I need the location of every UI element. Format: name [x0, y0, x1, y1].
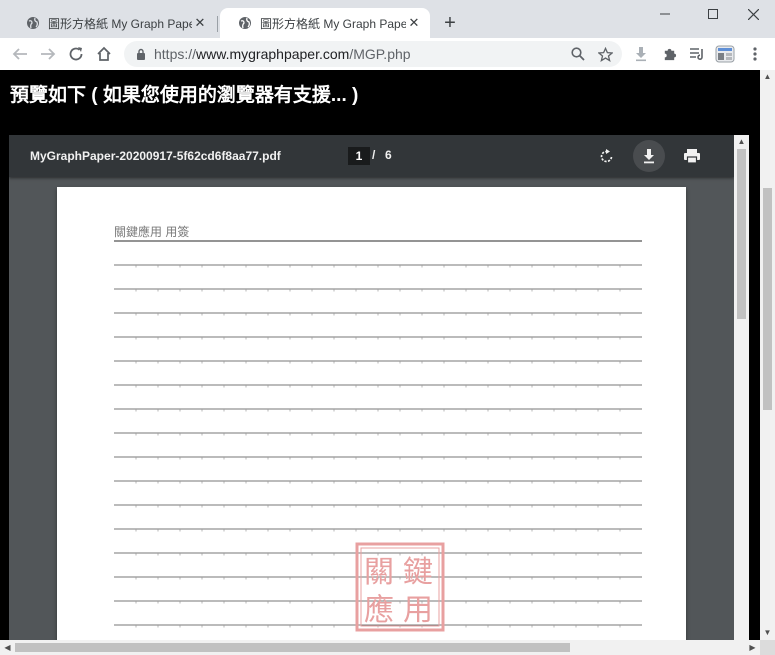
- tab-label: 圖形方格紙 My Graph Paper - P: [260, 16, 406, 31]
- rotate-icon: [600, 149, 613, 163]
- rotate-button[interactable]: [591, 140, 623, 172]
- pdf-file-name: MyGraphPaper-20200917-5f62cd6f8aa77.pdf: [30, 149, 281, 163]
- globe-icon: [239, 17, 251, 29]
- scrollbar-thumb[interactable]: [737, 149, 746, 319]
- maximize-button[interactable]: [691, 0, 735, 28]
- scroll-right-arrow-icon[interactable]: ▶: [745, 640, 760, 655]
- svg-text:用: 用: [403, 593, 433, 628]
- scrollbar-corner: [760, 640, 775, 655]
- close-icon: [747, 8, 759, 20]
- zoom-icon[interactable]: [569, 45, 587, 63]
- url-text: https://www.mygraphpaper.com/MGP.php: [154, 46, 411, 62]
- lock-icon: [137, 48, 145, 60]
- scroll-up-arrow-icon[interactable]: ▲: [734, 135, 749, 149]
- window-close-button[interactable]: [731, 0, 775, 28]
- forward-button[interactable]: [34, 40, 62, 68]
- pdf-viewer: MyGraphPaper-20200917-5f62cd6f8aa77.pdf …: [9, 135, 734, 640]
- scroll-left-arrow-icon[interactable]: ◀: [0, 640, 15, 655]
- download-icon: [644, 149, 654, 164]
- reading-list-icon[interactable]: [686, 43, 708, 65]
- scroll-up-arrow-icon[interactable]: ▲: [760, 70, 775, 84]
- preview-heading: 預覽如下 ( 如果您使用的瀏覽器有支援... ): [10, 85, 359, 106]
- minimize-button[interactable]: [643, 0, 687, 28]
- page-total: 6: [385, 148, 392, 162]
- pdf-toolbar: MyGraphPaper-20200917-5f62cd6f8aa77.pdf …: [9, 135, 734, 177]
- scrollbar-thumb[interactable]: [15, 643, 570, 652]
- home-icon: [97, 46, 111, 61]
- tab-strip: 圖形方格紙 My Graph Paper ✕ 圖形方格紙 My Graph Pa…: [0, 0, 775, 38]
- page-horizontal-scrollbar[interactable]: ◀ ▶: [0, 640, 760, 655]
- tab-graph-paper-preview[interactable]: 圖形方格紙 My Graph Paper - P ✕: [220, 8, 430, 38]
- more-menu-icon[interactable]: [744, 43, 766, 65]
- download-button[interactable]: [633, 140, 665, 172]
- page-number-input[interactable]: 1: [348, 147, 370, 165]
- address-bar[interactable]: https://www.mygraphpaper.com/MGP.php: [124, 41, 622, 67]
- reload-icon: [69, 47, 83, 61]
- close-icon[interactable]: ✕: [192, 15, 208, 31]
- tab-divider: [217, 16, 218, 32]
- browser-toolbar: https://www.mygraphpaper.com/MGP.php: [0, 38, 775, 70]
- new-tab-button[interactable]: +: [438, 11, 462, 35]
- bookmark-star-icon[interactable]: [596, 45, 614, 63]
- tab-graph-paper[interactable]: 圖形方格紙 My Graph Paper ✕: [8, 8, 216, 38]
- back-button[interactable]: [6, 40, 34, 68]
- print-icon: [684, 149, 700, 164]
- scrollbar-thumb[interactable]: [763, 188, 772, 410]
- profile-avatar-icon[interactable]: [714, 43, 736, 65]
- arrow-left-icon: [12, 48, 27, 60]
- scroll-down-arrow-icon[interactable]: ▼: [760, 626, 775, 640]
- minimize-icon: [660, 13, 670, 15]
- page-separator: /: [372, 148, 376, 162]
- svg-text:應: 應: [364, 593, 394, 628]
- print-button[interactable]: [676, 140, 708, 172]
- reload-button[interactable]: [62, 40, 90, 68]
- globe-icon: [27, 17, 39, 29]
- seal-stamp: 關 鍵 應 用: [355, 542, 445, 632]
- svg-text:鍵: 鍵: [403, 555, 433, 590]
- pdf-viewer-scrollbar[interactable]: ▲: [734, 135, 749, 640]
- pdf-page: 關鍵應用 用簽 關 鍵 應 用: [57, 187, 686, 640]
- download-indicator-icon[interactable]: [630, 43, 652, 65]
- tab-label: 圖形方格紙 My Graph Paper: [48, 16, 192, 31]
- svg-text:關: 關: [364, 555, 394, 590]
- home-button[interactable]: [90, 40, 118, 68]
- close-icon[interactable]: ✕: [406, 15, 422, 31]
- maximize-icon: [708, 9, 718, 19]
- arrow-right-icon: [41, 48, 56, 60]
- page-vertical-scrollbar[interactable]: ▲ ▼: [760, 70, 775, 640]
- extensions-puzzle-icon[interactable]: [658, 43, 680, 65]
